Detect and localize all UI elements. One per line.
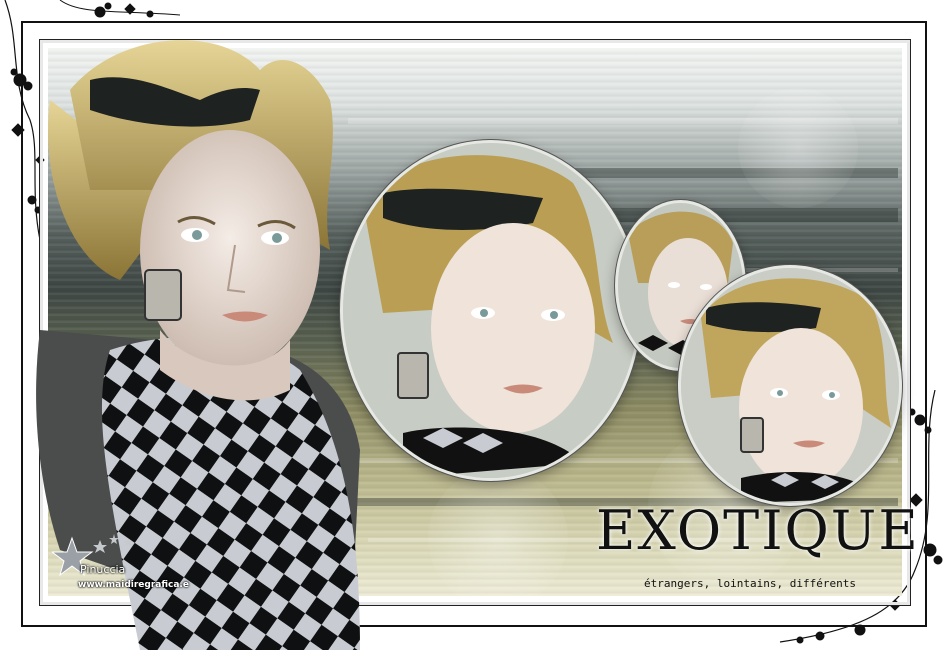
circle-portrait-large	[340, 140, 641, 481]
artwork-subtitle: étrangers, lointains, différents	[644, 577, 856, 590]
artwork-title: EXOTIQUE	[596, 499, 920, 562]
signature-name: Pinuccia	[80, 563, 126, 576]
circle-portrait-medium	[678, 265, 902, 506]
signature-url: www.maidiregrafica.e	[78, 580, 189, 590]
